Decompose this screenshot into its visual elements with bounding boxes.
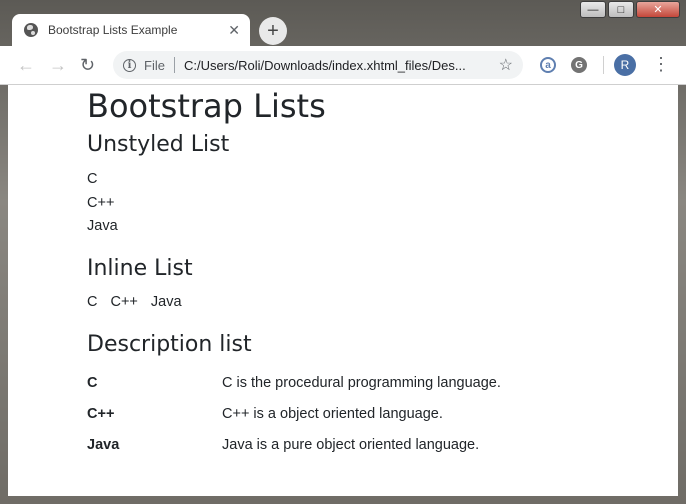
description-list: C C is the procedural programming langua… bbox=[87, 367, 647, 460]
address-bar[interactable]: i File C:/Users/Roli/Downloads/index.xht… bbox=[113, 51, 523, 79]
inline-list-heading: Inline List bbox=[87, 256, 193, 281]
description-detail: C is the procedural programming language… bbox=[222, 374, 501, 391]
unstyled-list: C C++ Java bbox=[87, 168, 118, 239]
browser-tab[interactable]: Bootstrap Lists Example ✕ bbox=[12, 14, 250, 46]
description-row: C C is the procedural programming langua… bbox=[87, 367, 647, 398]
description-term: C bbox=[87, 374, 98, 391]
close-tab-icon[interactable]: ✕ bbox=[228, 22, 240, 39]
list-item: C++ bbox=[110, 294, 138, 310]
page-title: Bootstrap Lists bbox=[87, 87, 326, 125]
inline-list: C C++ Java bbox=[87, 291, 182, 315]
url-text[interactable]: C:/Users/Roli/Downloads/index.xhtml_file… bbox=[184, 58, 493, 73]
menu-kebab-icon[interactable]: ⋮ bbox=[652, 54, 670, 74]
description-term: Java bbox=[87, 436, 120, 453]
description-detail: Java is a pure object oriented language. bbox=[222, 436, 480, 453]
list-item: Java bbox=[150, 294, 182, 310]
description-row: C++ C++ is a object oriented language. bbox=[87, 398, 647, 429]
list-item: Java bbox=[87, 218, 118, 234]
extension-g-icon[interactable]: G bbox=[571, 57, 587, 73]
forward-arrow-icon[interactable]: → bbox=[49, 55, 67, 75]
description-row: Java Java is a pure object oriented lang… bbox=[87, 429, 647, 460]
reload-icon[interactable]: ↻ bbox=[80, 55, 95, 75]
profile-avatar[interactable]: R bbox=[614, 54, 636, 76]
unstyled-list-heading: Unstyled List bbox=[87, 132, 230, 157]
description-term: C++ bbox=[87, 405, 115, 422]
tab-title: Bootstrap Lists Example bbox=[48, 23, 178, 37]
list-item: C bbox=[87, 171, 98, 187]
browser-toolbar: ← → ↻ i File C:/Users/Roli/Downloads/ind… bbox=[0, 46, 686, 85]
list-item: C bbox=[87, 294, 98, 310]
list-item: C++ bbox=[87, 194, 115, 211]
extension-a-icon[interactable]: a bbox=[540, 57, 556, 73]
tab-strip: Bootstrap Lists Example ✕ + bbox=[0, 0, 686, 46]
browser-window: — □ ✕ Bootstrap Lists Example ✕ + ← → ↻ … bbox=[0, 0, 686, 504]
back-arrow-icon[interactable]: ← bbox=[17, 55, 35, 75]
new-tab-button[interactable]: + bbox=[259, 17, 287, 45]
description-detail: C++ is a object oriented language. bbox=[222, 405, 443, 422]
omnibox-separator bbox=[173, 57, 175, 73]
page-viewport: Bootstrap Lists Unstyled List C C++ Java… bbox=[8, 85, 678, 496]
globe-icon bbox=[24, 23, 38, 37]
description-list-heading: Description list bbox=[87, 332, 252, 357]
bookmark-star-icon[interactable]: ☆ bbox=[499, 55, 513, 75]
url-scheme: File bbox=[144, 57, 165, 73]
info-icon[interactable]: i bbox=[123, 58, 136, 72]
toolbar-divider bbox=[603, 56, 604, 74]
